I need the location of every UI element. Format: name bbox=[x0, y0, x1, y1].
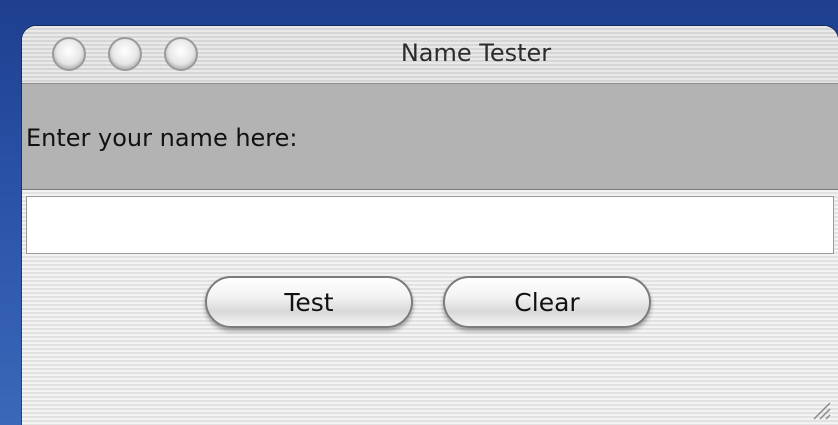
test-button[interactable]: Test bbox=[205, 276, 413, 328]
prompt-panel: Enter your name here: bbox=[22, 84, 838, 190]
title-bar[interactable]: Name Tester bbox=[22, 26, 838, 84]
clear-button[interactable]: Clear bbox=[443, 276, 651, 328]
name-input[interactable] bbox=[26, 196, 834, 254]
resize-grip-icon[interactable] bbox=[810, 399, 832, 421]
name-tester-window: Name Tester Enter your name here: Test C… bbox=[22, 26, 838, 425]
prompt-label: Enter your name here: bbox=[26, 124, 298, 152]
window-title: Name Tester bbox=[400, 39, 552, 67]
